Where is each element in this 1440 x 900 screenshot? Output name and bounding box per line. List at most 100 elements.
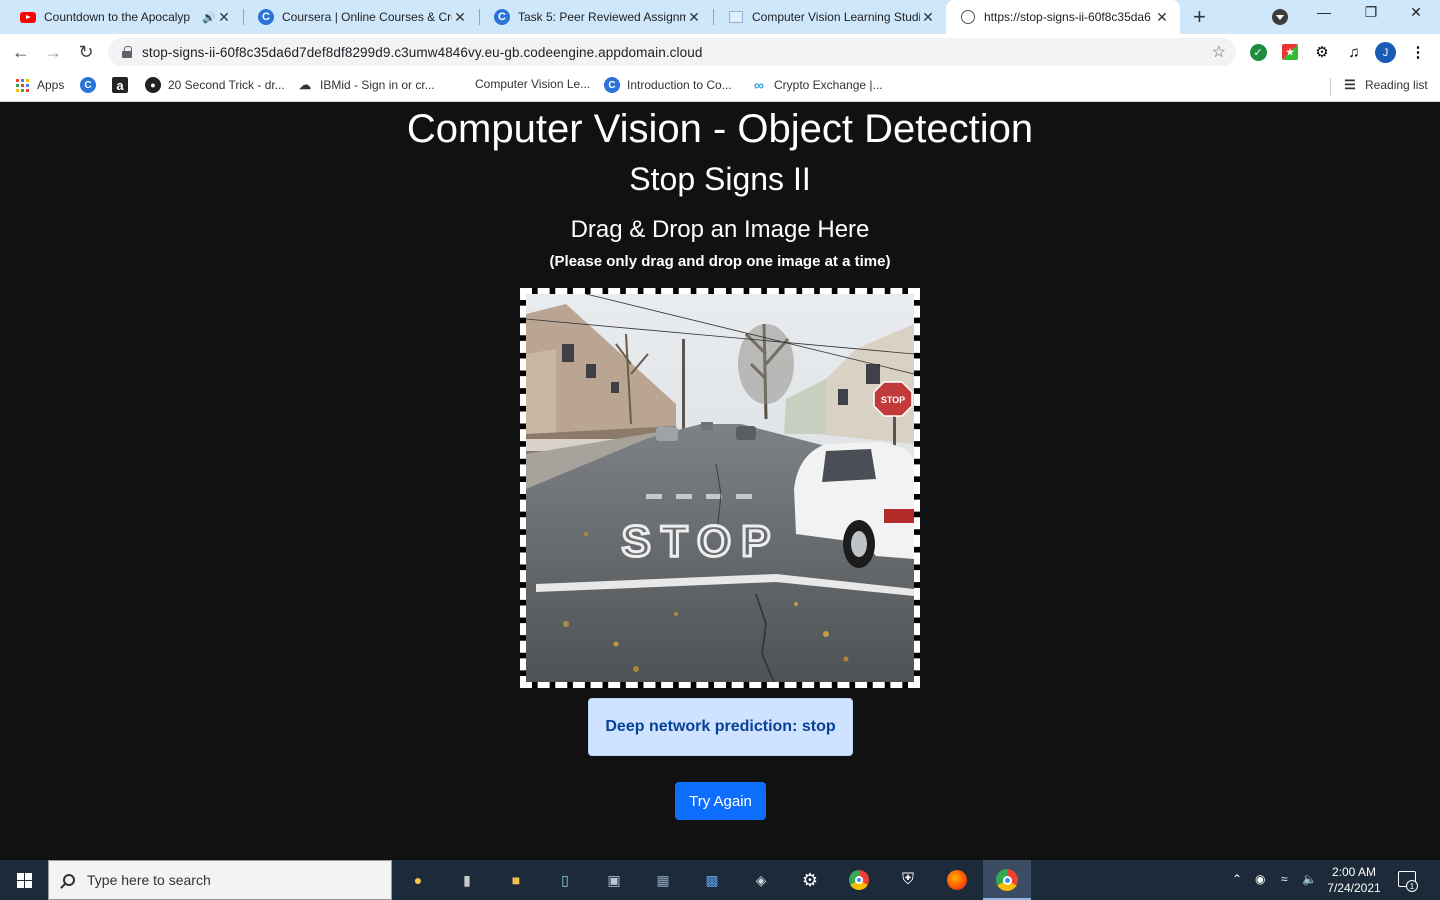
- tab-search-icon[interactable]: [1272, 9, 1288, 25]
- tray-chevron-icon[interactable]: ⌃: [1232, 872, 1242, 886]
- lock-icon[interactable]: [122, 46, 132, 58]
- reading-list-label: Reading list: [1365, 78, 1428, 92]
- profile-avatar[interactable]: J: [1375, 42, 1396, 63]
- page-subtitle: Stop Signs II: [629, 161, 811, 197]
- bookmark-label: Crypto Exchange |...: [774, 78, 883, 92]
- close-tab-icon[interactable]: ✕: [686, 9, 702, 26]
- bookmark-apps[interactable]: Apps: [14, 77, 64, 93]
- paint-palette-icon[interactable]: ●: [406, 868, 430, 892]
- page-title: Computer Vision - Object Detection: [406, 107, 1034, 151]
- reading-list-icon: ☰: [1344, 77, 1356, 92]
- file-explorer-icon[interactable]: ■: [504, 868, 528, 892]
- windows-logo-icon: [16, 872, 32, 888]
- tab-title: Countdown to the Apocalyp: [44, 10, 191, 24]
- forward-arrow-icon[interactable]: →: [40, 39, 66, 65]
- drop-heading: Drag & Drop an Image Here: [570, 216, 870, 243]
- globe-icon: [960, 9, 976, 25]
- notification-badge: 1: [1406, 880, 1418, 892]
- clock-date: 7/24/2021: [1327, 881, 1381, 895]
- bookmark-20-second-trick[interactable]: ● 20 Second Trick - dr...: [145, 77, 285, 93]
- browser-toolbar: ← → ↻ stop-signs-ii-60f8c35da6d7def8df82…: [0, 34, 1440, 70]
- windows-start-button[interactable]: [0, 860, 48, 900]
- tab-coursera[interactable]: C Coursera | Online Courses & Cre ✕: [244, 0, 478, 34]
- calculator-icon[interactable]: ▦: [651, 868, 675, 892]
- new-tab-button[interactable]: +: [1193, 6, 1206, 28]
- back-arrow-icon[interactable]: ←: [8, 39, 34, 65]
- svg-text:STOP: STOP: [621, 517, 780, 566]
- extension-color-icon[interactable]: ★: [1280, 42, 1300, 62]
- notepad-icon[interactable]: ▯: [553, 868, 577, 892]
- control-panel-icon[interactable]: ▩: [700, 868, 724, 892]
- microphone-icon[interactable]: ▮: [455, 868, 479, 892]
- youtube-icon: [20, 9, 36, 25]
- reading-list-button[interactable]: ☰ Reading list: [1342, 77, 1428, 93]
- close-tab-icon[interactable]: ✕: [920, 9, 936, 26]
- bookmark-amazon[interactable]: a: [112, 77, 135, 93]
- reload-icon[interactable]: ↻: [73, 39, 99, 65]
- taskbar-active-chrome[interactable]: [983, 860, 1031, 900]
- prediction-alert: Deep network prediction: stop: [588, 698, 853, 756]
- bookmark-ibmid[interactable]: ☁ IBMid - Sign in or cr...: [297, 77, 435, 93]
- bookmark-computer-vision[interactable]: Computer Vision Le...: [475, 77, 590, 91]
- tab-title: Task 5: Peer Reviewed Assignme: [518, 10, 686, 24]
- system-clock[interactable]: 2:00 AM 7/24/2021: [1318, 864, 1390, 896]
- tab-title: Coursera | Online Courses & Cre: [282, 10, 452, 24]
- apps-grid-icon: [14, 77, 30, 93]
- coursera-icon: C: [80, 77, 96, 93]
- close-tab-icon[interactable]: ✕: [452, 9, 468, 26]
- tab-youtube[interactable]: Countdown to the Apocalyp 🔊 ✕: [6, 0, 242, 34]
- bookmark-introduction[interactable]: C Introduction to Co...: [604, 77, 732, 93]
- volume-icon[interactable]: 🔈: [1302, 872, 1317, 886]
- extensions-puzzle-icon[interactable]: ⚙: [1312, 42, 1332, 62]
- taskbar-search-placeholder: Type here to search: [87, 872, 211, 888]
- bookmark-coursera[interactable]: C: [80, 77, 103, 93]
- image-drop-zone[interactable]: STOP STOP: [520, 288, 920, 688]
- firefox-icon[interactable]: [945, 868, 969, 892]
- menu-kebab-icon[interactable]: ⋮: [1408, 42, 1428, 62]
- close-tab-icon[interactable]: ✕: [1154, 9, 1170, 26]
- search-icon: [63, 874, 75, 886]
- close-window-icon[interactable]: ✕: [1406, 4, 1426, 21]
- page-content: Computer Vision - Object Detection Stop …: [0, 103, 1440, 860]
- minimize-icon[interactable]: —: [1314, 4, 1334, 20]
- coursera-icon: C: [258, 9, 274, 25]
- bookmark-star-icon[interactable]: ☆: [1212, 42, 1226, 62]
- wifi-icon[interactable]: ≈: [1281, 872, 1288, 886]
- tab-strip: Countdown to the Apocalyp 🔊 ✕ C Coursera…: [0, 0, 1440, 34]
- drop-instructions: (Please only drag and drop one image at …: [549, 253, 891, 270]
- ibm-icon: ☁: [299, 78, 311, 92]
- try-again-button[interactable]: Try Again: [675, 782, 766, 820]
- dark-circle-icon: ●: [145, 77, 161, 93]
- speaker-icon[interactable]: 🔊: [202, 11, 216, 24]
- network-icon[interactable]: ◈: [749, 868, 773, 892]
- amazon-icon: a: [112, 77, 128, 93]
- settings-gear-icon[interactable]: ⚙: [798, 868, 822, 892]
- tab-title: Computer Vision Learning Studi: [752, 10, 920, 24]
- windows-taskbar: Type here to search ● ▮ ■ ▯ ▣ ▦ ▩ ◈ ⚙ ⛨ …: [0, 860, 1440, 900]
- bookmark-label: IBMid - Sign in or cr...: [320, 78, 435, 92]
- image-viewer-icon[interactable]: ▣: [602, 868, 626, 892]
- bookmark-label: 20 Second Trick - dr...: [168, 78, 285, 92]
- security-shield-icon[interactable]: ⛨: [896, 868, 920, 892]
- url-text[interactable]: stop-signs-ii-60f8c35da6d7def8df8299d9.c…: [142, 45, 702, 60]
- bookmark-label: Introduction to Co...: [627, 78, 732, 92]
- media-control-icon[interactable]: ♫: [1344, 42, 1364, 62]
- clock-time: 2:00 AM: [1331, 865, 1377, 879]
- tray-app-icon[interactable]: ◉: [1255, 872, 1265, 886]
- document-icon: [728, 9, 744, 25]
- close-tab-icon[interactable]: ✕: [216, 9, 232, 26]
- tab-cv-studio[interactable]: Computer Vision Learning Studi ✕: [714, 0, 946, 34]
- chrome-icon[interactable]: [847, 868, 871, 892]
- tab-stop-signs-active[interactable]: https://stop-signs-ii-60f8c35da6 ✕: [946, 0, 1180, 34]
- tab-title: https://stop-signs-ii-60f8c35da6: [984, 10, 1151, 24]
- restore-icon[interactable]: ❐: [1361, 4, 1381, 21]
- coursera-icon: C: [494, 9, 510, 25]
- address-bar[interactable]: stop-signs-ii-60f8c35da6d7def8df8299d9.c…: [108, 38, 1236, 66]
- uploaded-street-photo: STOP STOP: [526, 294, 914, 682]
- extension-check-icon[interactable]: ✓: [1248, 42, 1268, 62]
- tab-task5[interactable]: C Task 5: Peer Reviewed Assignme ✕: [480, 0, 712, 34]
- taskbar-search-box[interactable]: Type here to search: [48, 860, 392, 900]
- bookmark-label: Computer Vision Le...: [475, 77, 591, 91]
- svg-text:STOP: STOP: [881, 395, 905, 405]
- bookmark-crypto-exchange[interactable]: ∞ Crypto Exchange |...: [751, 77, 883, 93]
